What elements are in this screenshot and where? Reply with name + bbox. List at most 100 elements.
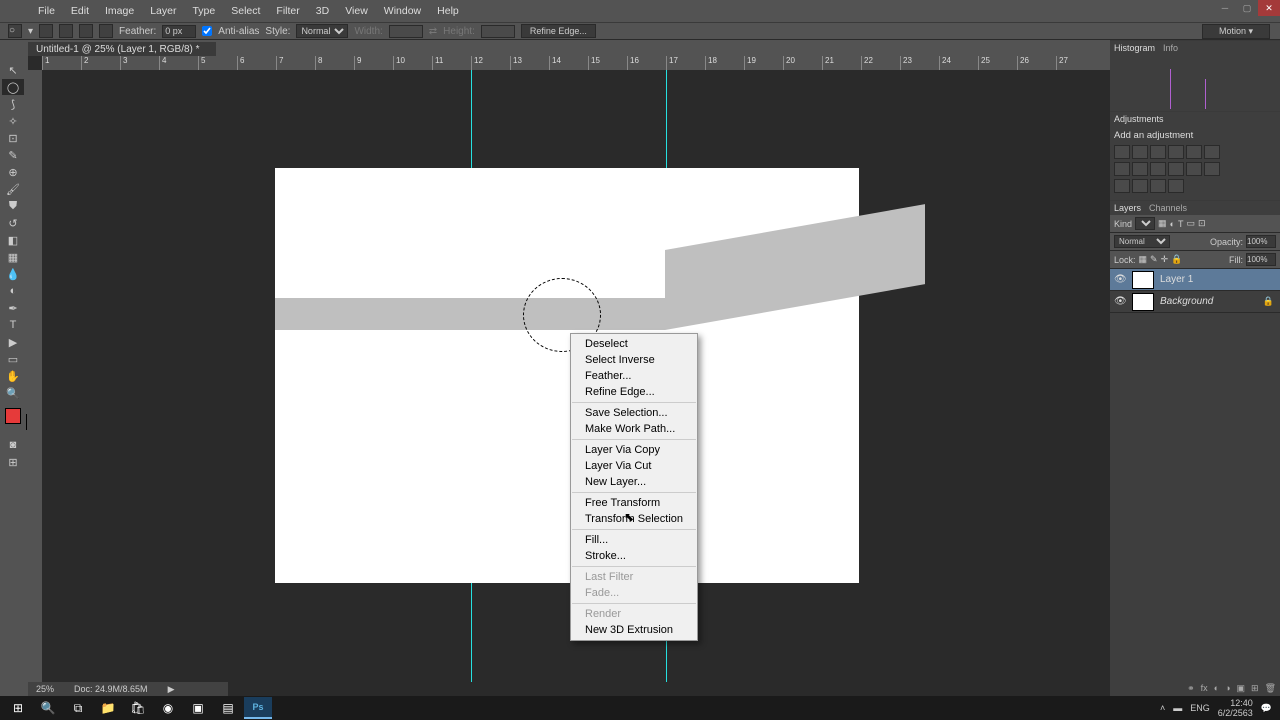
layer-thumb[interactable] (1132, 271, 1154, 289)
tray-network-icon[interactable]: ▬ (1173, 703, 1182, 713)
feather-input[interactable] (162, 25, 196, 38)
blend-mode-select[interactable]: Normal (1114, 235, 1170, 248)
style-select[interactable]: Normal (296, 24, 348, 38)
lock-trans-icon[interactable]: ▦ (1139, 254, 1148, 265)
explorer-icon[interactable]: 📁 (94, 697, 122, 719)
ctx-refine-edge-[interactable]: Refine Edge... (571, 384, 697, 400)
layer-name[interactable]: Background (1160, 296, 1213, 307)
menu-file[interactable]: File (30, 3, 63, 19)
tab-adjustments[interactable]: Adjustments (1114, 114, 1164, 124)
ctx-fill-[interactable]: Fill... (571, 532, 697, 548)
mask-icon[interactable]: ◐ (1214, 683, 1219, 693)
path-select-tool[interactable]: ▶ (2, 334, 24, 350)
adj-bw-icon[interactable] (1114, 162, 1130, 176)
fill-adj-icon[interactable]: ◑ (1225, 683, 1230, 693)
shape-tool[interactable]: ▭ (2, 351, 24, 367)
add-selection-icon[interactable] (59, 24, 73, 38)
ctx-new-layer-[interactable]: New Layer... (571, 474, 697, 490)
hand-tool[interactable]: ✋ (2, 368, 24, 384)
crop-tool[interactable]: ⊡ (2, 130, 24, 146)
ctx-layer-via-cut[interactable]: Layer Via Cut (571, 458, 697, 474)
group-icon[interactable]: ▣ (1237, 683, 1246, 694)
menu-type[interactable]: Type (184, 3, 223, 19)
adj-selcolor-icon[interactable] (1150, 179, 1166, 193)
ctx-deselect[interactable]: Deselect (571, 336, 697, 352)
pen-tool[interactable]: ✒ (2, 300, 24, 316)
ctx-make-work-path-[interactable]: Make Work Path... (571, 421, 697, 437)
adj-invert-icon[interactable] (1186, 162, 1202, 176)
chrome-icon[interactable]: ◉ (154, 697, 182, 719)
taskview-icon[interactable]: ⧉ (64, 697, 92, 719)
new-selection-icon[interactable] (39, 24, 53, 38)
menu-window[interactable]: Window (376, 3, 429, 19)
adj-exposure-icon[interactable] (1168, 145, 1184, 159)
menu-image[interactable]: Image (97, 3, 142, 19)
adj-gradmap-icon[interactable] (1132, 179, 1148, 193)
link-icon[interactable]: ⚭ (1187, 683, 1195, 694)
eraser-tool[interactable]: ◧ (2, 232, 24, 248)
ctx-transform-selection[interactable]: Transform Selection (571, 511, 697, 527)
lasso-tool[interactable]: ⟆ (2, 96, 24, 112)
quickmask-icon[interactable]: ◙ (2, 437, 24, 453)
visibility-icon[interactable]: 👁 (1114, 274, 1126, 285)
adj-levels-icon[interactable] (1132, 145, 1148, 159)
notifications-icon[interactable]: 💬 (1261, 703, 1272, 714)
adj-hue-icon[interactable] (1204, 145, 1220, 159)
ctx-select-inverse[interactable]: Select Inverse (571, 352, 697, 368)
adj-lookup-icon[interactable] (1168, 162, 1184, 176)
menu-view[interactable]: View (337, 3, 376, 19)
fx-icon[interactable]: fx (1201, 683, 1208, 693)
filter-pixel-icon[interactable]: ▦ (1158, 218, 1167, 229)
tab-channels[interactable]: Channels (1149, 203, 1187, 213)
app-icon-2[interactable]: ▤ (214, 697, 242, 719)
store-icon[interactable]: 🛍 (124, 697, 152, 719)
lock-pos-icon[interactable]: ✛ (1161, 254, 1169, 265)
adj-poster-icon[interactable] (1204, 162, 1220, 176)
menu-filter[interactable]: Filter (268, 3, 307, 19)
lock-paint-icon[interactable]: ✎ (1150, 254, 1158, 265)
doc-size[interactable]: Doc: 24.9M/8.65M (74, 684, 148, 694)
maximize-button[interactable]: ▢ (1236, 0, 1258, 16)
photoshop-taskbar-icon[interactable]: Ps (244, 697, 272, 719)
antialias-checkbox[interactable] (202, 26, 212, 36)
layer-row-1[interactable]: 👁 Layer 1 (1110, 269, 1280, 291)
ctx-save-selection-[interactable]: Save Selection... (571, 405, 697, 421)
kind-select[interactable] (1135, 217, 1155, 230)
gradient-tool[interactable]: ▦ (2, 249, 24, 265)
layer-thumb[interactable] (1132, 293, 1154, 311)
opacity-input[interactable] (1246, 235, 1276, 248)
canvas[interactable] (275, 168, 859, 583)
tab-info[interactable]: Info (1163, 43, 1178, 53)
clock[interactable]: 12:406/2/2563 (1218, 698, 1253, 718)
search-icon[interactable]: 🔍 (34, 697, 62, 719)
adj-brightness-icon[interactable] (1114, 145, 1130, 159)
brush-tool[interactable]: 🖌 (2, 181, 24, 197)
intersect-selection-icon[interactable] (99, 24, 113, 38)
adj-photo-icon[interactable] (1132, 162, 1148, 176)
ctx-stroke-[interactable]: Stroke... (571, 548, 697, 564)
menu-help[interactable]: Help (429, 3, 467, 19)
tab-histogram[interactable]: Histogram (1114, 43, 1155, 53)
filter-smart-icon[interactable]: ⊡ (1198, 218, 1206, 229)
ctx-layer-via-copy[interactable]: Layer Via Copy (571, 442, 697, 458)
motion-dropdown[interactable]: Motion ▾ (1202, 24, 1270, 39)
tool-preset-icon[interactable]: ○ (8, 24, 22, 38)
eyedropper-tool[interactable]: ✎ (2, 147, 24, 163)
marquee-tool[interactable]: ◯ (2, 79, 24, 95)
new-layer-icon[interactable]: ⊞ (1251, 683, 1259, 694)
lock-all-icon[interactable]: 🔒 (1171, 254, 1182, 265)
menu-select[interactable]: Select (223, 3, 268, 19)
start-button[interactable]: ⊞ (4, 697, 32, 719)
foreground-color-swatch[interactable] (5, 408, 21, 424)
minimize-button[interactable]: ─ (1214, 0, 1236, 16)
layer-name[interactable]: Layer 1 (1160, 274, 1193, 285)
menu-layer[interactable]: Layer (142, 3, 184, 19)
refine-edge-button[interactable]: Refine Edge... (521, 24, 596, 38)
tray-chevron-icon[interactable]: ˄ (1160, 703, 1165, 713)
visibility-icon[interactable]: 👁 (1114, 296, 1126, 307)
trash-icon[interactable]: 🗑 (1265, 683, 1276, 694)
zoom-level[interactable]: 25% (36, 684, 54, 694)
close-button[interactable]: ✕ (1258, 0, 1280, 16)
adj-thresh-icon[interactable] (1114, 179, 1130, 193)
type-tool[interactable]: T (2, 317, 24, 333)
